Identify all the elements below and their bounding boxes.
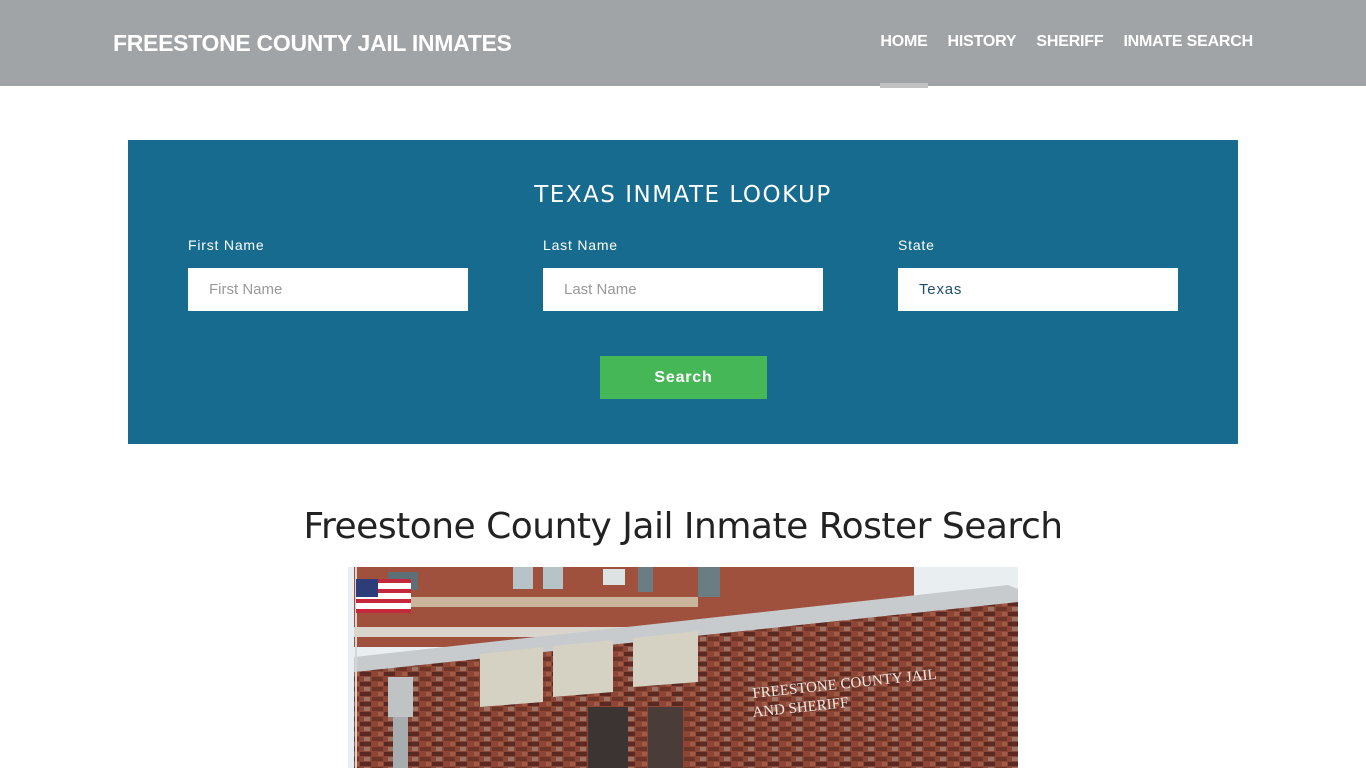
last-name-label: Last Name bbox=[543, 237, 618, 253]
lookup-title: TEXAS INMATE LOOKUP bbox=[534, 182, 832, 208]
search-button[interactable]: Search bbox=[600, 356, 767, 399]
page-title: Freestone County Jail Inmate Roster Sear… bbox=[303, 506, 1063, 547]
nav-inmate-search[interactable]: INMATE SEARCH bbox=[1123, 33, 1253, 51]
us-flag-icon bbox=[356, 579, 411, 613]
top-navbar: FREESTONE COUNTY JAIL INMATES HOME HISTO… bbox=[0, 0, 1366, 88]
nav-home[interactable]: HOME bbox=[880, 33, 928, 88]
site-brand[interactable]: FREESTONE COUNTY JAIL INMATES bbox=[113, 30, 512, 57]
state-select[interactable]: Texas bbox=[898, 268, 1178, 311]
first-name-input[interactable] bbox=[188, 268, 468, 311]
last-name-input[interactable] bbox=[543, 268, 823, 311]
nav-history[interactable]: HISTORY bbox=[948, 33, 1017, 51]
building-illustration: FREESTONE COUNTY JAIL AND SHERIFF bbox=[348, 567, 1018, 768]
jail-building-photo: FREESTONE COUNTY JAIL AND SHERIFF bbox=[348, 567, 1018, 768]
first-name-label: First Name bbox=[188, 237, 265, 253]
nav-sheriff[interactable]: SHERIFF bbox=[1036, 33, 1103, 51]
state-label: State bbox=[898, 237, 935, 253]
main-nav: HOME HISTORY SHERIFF INMATE SEARCH bbox=[880, 33, 1253, 88]
